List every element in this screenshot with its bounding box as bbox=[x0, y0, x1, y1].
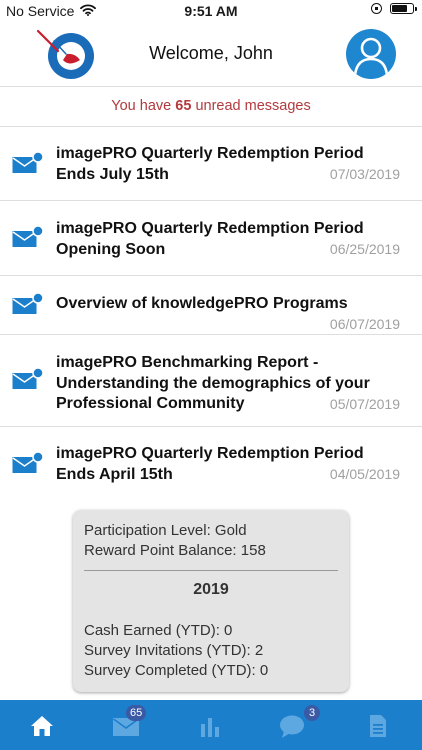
survey-completed: Survey Completed (YTD): 0 bbox=[84, 662, 269, 679]
message-date: 05/07/2019 bbox=[329, 396, 400, 412]
app-header: Welcome, John bbox=[0, 22, 422, 87]
rewards-summary-card: Participation Level: Gold Reward Point B… bbox=[73, 510, 349, 692]
participation-level: Participation Level: Gold bbox=[84, 522, 247, 539]
survey-invitations: Survey Invitations (YTD): 2 bbox=[84, 642, 264, 659]
document-icon bbox=[370, 715, 386, 737]
message-row[interactable]: imagePRO Quarterly Redemption Period Ope… bbox=[0, 201, 422, 276]
status-bar: No Service 9:51 AM bbox=[0, 0, 422, 22]
tab-chat[interactable]: 3 bbox=[252, 700, 336, 750]
unread-prefix: You have bbox=[111, 98, 172, 114]
tab-bar: 65 3 bbox=[0, 700, 422, 750]
chat-badge: 3 bbox=[304, 705, 320, 721]
unread-mail-icon bbox=[12, 225, 44, 251]
summary-year: 2019 bbox=[193, 581, 229, 598]
clock: 9:51 AM bbox=[184, 3, 238, 19]
message-list: imagePRO Quarterly Redemption Period End… bbox=[0, 127, 422, 501]
tab-messages[interactable]: 65 bbox=[84, 700, 168, 750]
home-icon bbox=[31, 716, 53, 736]
unread-mail-icon bbox=[12, 367, 44, 393]
cash-earned: Cash Earned (YTD): 0 bbox=[84, 622, 233, 639]
message-date: 06/25/2019 bbox=[329, 241, 400, 257]
summary-divider bbox=[84, 570, 338, 571]
reward-point-balance: Reward Point Balance: 158 bbox=[84, 542, 266, 559]
unread-mail-icon bbox=[12, 151, 44, 177]
orientation-lock-icon bbox=[371, 3, 382, 14]
message-row[interactable]: imagePRO Benchmarking Report - Understan… bbox=[0, 335, 422, 427]
message-row[interactable]: imagePRO Quarterly Redemption Period End… bbox=[0, 427, 422, 501]
tab-documents[interactable] bbox=[336, 700, 420, 750]
bar-chart-icon bbox=[201, 718, 219, 737]
battery-level bbox=[392, 5, 407, 12]
messages-badge: 65 bbox=[126, 705, 147, 721]
unread-suffix: unread messages bbox=[195, 98, 311, 114]
tab-reports[interactable] bbox=[168, 700, 252, 750]
unread-mail-icon bbox=[12, 292, 44, 318]
tab-home[interactable] bbox=[0, 700, 84, 750]
unread-mail-icon bbox=[12, 451, 44, 477]
unread-count: 65 bbox=[175, 98, 192, 114]
message-date: 06/07/2019 bbox=[329, 316, 400, 332]
message-row[interactable]: imagePRO Quarterly Redemption Period End… bbox=[0, 127, 422, 201]
user-avatar-icon[interactable] bbox=[346, 29, 396, 79]
message-title: imagePRO Benchmarking Report - Understan… bbox=[56, 354, 370, 412]
message-row[interactable]: Overview of knowledgePRO Programs 06/07/… bbox=[0, 276, 422, 335]
message-title: Overview of knowledgePRO Programs bbox=[56, 295, 348, 312]
unread-messages-banner: You have 65 unread messages bbox=[0, 86, 422, 127]
message-date: 04/05/2019 bbox=[329, 466, 400, 482]
battery-icon bbox=[390, 3, 417, 14]
message-date: 07/03/2019 bbox=[329, 166, 400, 182]
